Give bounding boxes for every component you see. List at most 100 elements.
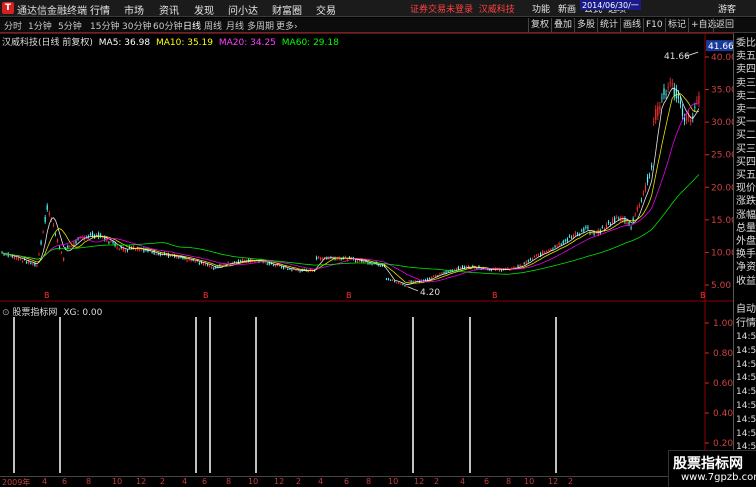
candle-body xyxy=(379,265,381,267)
candle-body xyxy=(40,241,42,245)
candle-body xyxy=(653,121,655,123)
date-tick-label: 10 xyxy=(388,477,399,486)
candle-body xyxy=(564,240,566,242)
ma20-legend: MA20: 34.25 xyxy=(218,38,276,48)
candle-body xyxy=(461,266,464,269)
price-tick-label: 35.00 xyxy=(711,86,733,96)
menu-trade[interactable]: 交易 xyxy=(316,2,336,17)
candle-body xyxy=(593,232,595,235)
tool-stats[interactable]: 统计 xyxy=(597,18,620,32)
candle-body xyxy=(400,283,402,285)
candle-body xyxy=(476,268,478,270)
candle-body xyxy=(26,261,28,263)
tab-multi-period[interactable]: 多周期 xyxy=(247,19,274,32)
candle-body xyxy=(48,213,50,215)
candle-body xyxy=(387,278,390,280)
candle-body xyxy=(690,119,692,122)
candle-body xyxy=(457,266,460,270)
tab-1min[interactable]: 1分钟 xyxy=(28,19,52,32)
candle-body xyxy=(139,249,141,251)
menu-news[interactable]: 资讯 xyxy=(159,2,179,17)
tab-30min[interactable]: 30分钟 xyxy=(122,19,151,32)
signal-marker: B xyxy=(700,291,706,300)
candle-body xyxy=(9,255,11,256)
candle-body xyxy=(614,217,616,223)
tool-overlay[interactable]: 叠加 xyxy=(551,18,574,32)
tab-timeshare[interactable]: 分时 xyxy=(4,19,22,32)
candle-body xyxy=(412,281,414,283)
tool-draw-line[interactable]: 画线 xyxy=(620,18,643,32)
tool-back[interactable]: 返回 xyxy=(713,18,736,32)
candle-body xyxy=(19,259,22,260)
candle-body xyxy=(404,285,406,287)
chart-grid xyxy=(0,33,733,476)
menu-quotes[interactable]: 行情 xyxy=(90,2,110,17)
price-tick-label: 20.00 xyxy=(711,183,733,193)
candle-body xyxy=(21,261,24,263)
candle-body xyxy=(443,272,445,274)
tool-mark[interactable]: 标记 xyxy=(665,18,688,32)
tab-5min[interactable]: 5分钟 xyxy=(58,19,82,32)
candle-body xyxy=(213,268,215,270)
menu-function[interactable]: 功能 xyxy=(532,2,550,15)
candle-body xyxy=(13,256,15,259)
indicator-tick-label: 0.60 xyxy=(713,379,733,389)
indicator-gear-icon[interactable]: ⊙ xyxy=(2,308,10,318)
candle-body xyxy=(677,94,679,99)
candle-body xyxy=(283,266,285,269)
watermark-url: www.7gpzb.com xyxy=(681,472,756,483)
candle-body xyxy=(318,257,320,258)
date-tick-label: 8 xyxy=(366,477,372,486)
candle-body xyxy=(190,260,192,262)
date-tick-label: 8 xyxy=(226,477,232,486)
candle-body xyxy=(523,263,525,264)
candle-body xyxy=(406,286,408,288)
tool-f10[interactable]: F10 xyxy=(643,18,665,32)
candle-body xyxy=(618,218,620,220)
tab-15min[interactable]: 15分钟 xyxy=(90,19,119,32)
candle-body xyxy=(89,233,92,235)
candle-body xyxy=(609,224,612,225)
current-price-label: 41.66 xyxy=(708,42,733,52)
candle-body xyxy=(410,280,412,282)
user-guest[interactable]: 游客 xyxy=(718,2,736,15)
candle-body xyxy=(54,234,57,236)
candle-body xyxy=(408,280,410,282)
candle-body xyxy=(605,224,608,228)
tab-monthly[interactable]: 月线 xyxy=(226,19,244,32)
candle-body xyxy=(671,83,673,85)
candle-body xyxy=(17,257,20,260)
menu-wealth[interactable]: 财富圈 xyxy=(272,2,302,17)
tab-daily[interactable]: 日线 xyxy=(183,19,201,32)
candle-body xyxy=(357,259,359,262)
menu-discover[interactable]: 发现 xyxy=(194,2,214,17)
candle-body xyxy=(585,226,587,228)
candle-body xyxy=(546,251,548,253)
menu-ask[interactable]: 问小达 xyxy=(228,2,258,17)
kline-chart[interactable]: 40.0035.0030.0025.0020.0015.0010.005.00 … xyxy=(0,33,733,476)
tab-more[interactable]: 更多› xyxy=(276,19,298,32)
candle-body xyxy=(529,258,531,260)
login-notice[interactable]: 证券交易未登录 汉威科技 xyxy=(410,2,515,15)
candle-body xyxy=(431,277,433,279)
candle-body xyxy=(381,265,383,267)
candle-body xyxy=(696,100,698,102)
date-tick-label: 6 xyxy=(62,477,68,486)
tool-adjust[interactable]: 复权 xyxy=(528,18,551,32)
side-panel-label: 自动 xyxy=(736,304,756,315)
date-tick-label: 4 xyxy=(42,477,48,486)
side-panel-label: 14:5 xyxy=(736,345,756,356)
menu-market[interactable]: 市场 xyxy=(124,2,144,17)
candle-body xyxy=(566,238,568,242)
candle-body xyxy=(644,185,647,191)
candle-body xyxy=(118,249,120,250)
menu-new-draw[interactable]: 新画 xyxy=(558,2,576,15)
tool-multi-stock[interactable]: 多股 xyxy=(574,18,597,32)
candle-body xyxy=(202,263,205,265)
candle-body xyxy=(646,176,649,183)
date-tick-label: 2009年 xyxy=(2,478,31,487)
tab-weekly[interactable]: 周线 xyxy=(204,19,222,32)
candle-body xyxy=(447,271,449,272)
tab-60min[interactable]: 60分钟 xyxy=(153,19,182,32)
candle-body xyxy=(42,231,44,233)
